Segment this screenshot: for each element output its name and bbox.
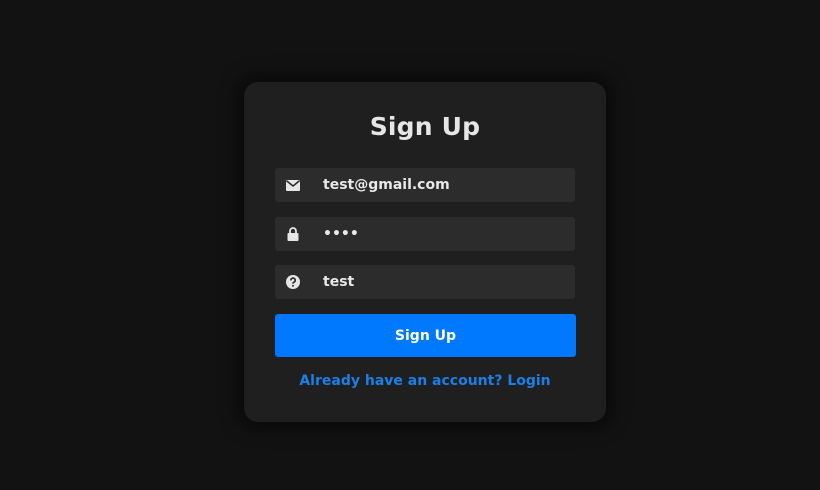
envelope-icon <box>285 168 301 202</box>
password-field[interactable] <box>275 217 575 251</box>
login-link[interactable]: Already have an account? Login <box>244 373 606 389</box>
question-circle-icon <box>285 265 301 299</box>
signup-card: Sign Up Sign Up Already <box>244 82 606 422</box>
security-question-input[interactable] <box>323 265 563 299</box>
security-question-field[interactable] <box>275 265 575 299</box>
signup-button[interactable]: Sign Up <box>275 314 576 357</box>
lock-icon <box>285 217 301 251</box>
email-field[interactable] <box>275 168 575 202</box>
page-title: Sign Up <box>369 112 481 141</box>
email-input[interactable] <box>323 168 563 202</box>
password-input[interactable] <box>323 217 563 251</box>
